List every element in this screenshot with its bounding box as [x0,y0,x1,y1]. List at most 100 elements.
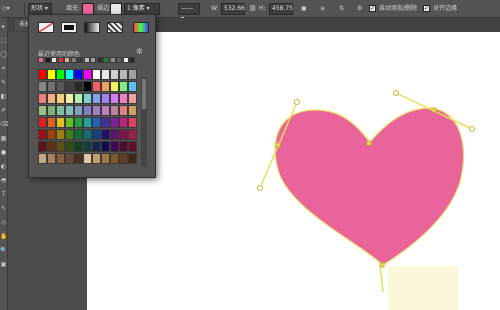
recent-color-swatch[interactable] [38,57,44,63]
color-swatch[interactable] [101,69,110,80]
swatch-scrollbar[interactable] [141,77,147,167]
color-swatch[interactable] [128,153,137,164]
color-swatch[interactable] [47,93,56,104]
color-swatch[interactable] [74,129,83,140]
color-swatch[interactable] [38,153,47,164]
color-swatch[interactable] [74,141,83,152]
color-swatch[interactable] [47,69,56,80]
recent-color-swatch[interactable] [129,57,135,63]
color-swatch[interactable] [110,141,119,152]
auto-add-delete-checkbox[interactable]: ✓ [369,5,376,12]
color-swatch[interactable] [119,153,128,164]
color-swatch[interactable] [128,81,137,92]
tool-quick-select-icon[interactable]: ⌖ [0,64,7,73]
color-swatch[interactable] [128,129,137,140]
tool-type-icon[interactable]: T [0,190,7,199]
recent-color-swatch[interactable] [70,57,77,63]
color-swatch[interactable] [110,81,119,92]
color-swatch[interactable] [38,69,47,80]
color-swatch[interactable] [65,93,74,104]
color-swatch[interactable] [65,129,74,140]
color-swatch[interactable] [56,129,65,140]
color-swatch[interactable] [38,141,47,152]
tool-pen-icon[interactable]: ◓ [0,176,7,185]
scrollbar-thumb[interactable] [142,79,146,109]
color-swatch[interactable] [56,153,65,164]
stroke-type-dropdown[interactable]: —— ▾ [178,3,200,22]
color-swatch[interactable] [38,129,47,140]
color-swatch[interactable] [83,93,92,104]
recent-color-swatch[interactable] [122,57,129,63]
color-swatch[interactable] [38,117,47,128]
tool-path-select-icon[interactable]: ↖ [0,204,7,213]
color-swatch[interactable] [83,141,92,152]
tool-lasso-icon[interactable]: ◯ [0,50,7,59]
recent-color-swatch[interactable] [51,57,57,63]
tool-move-icon[interactable]: ▸ [0,22,7,31]
color-swatch[interactable] [74,81,83,92]
color-swatch[interactable] [92,141,101,152]
color-swatch[interactable] [38,81,47,92]
color-swatch[interactable] [56,81,65,92]
color-swatch[interactable] [56,93,65,104]
color-swatch[interactable] [101,129,110,140]
color-swatch[interactable] [110,69,119,80]
recent-color-swatch[interactable] [116,57,122,63]
color-swatch[interactable] [110,93,119,104]
tool-screen-mode-icon[interactable]: ▣ [0,260,7,269]
tool-shape-icon[interactable]: ◇ [0,218,7,227]
path-operations-icon[interactable]: ▣ [301,3,313,15]
color-swatch[interactable] [119,69,128,80]
path-arrangement-icon[interactable]: ⇅ [339,3,351,15]
color-swatch[interactable] [92,69,101,80]
color-swatch[interactable] [92,129,101,140]
recent-color-swatch[interactable] [77,57,83,63]
recent-color-swatch[interactable] [83,57,90,63]
tool-blur-icon[interactable]: ● [0,148,7,157]
color-swatch[interactable] [119,129,128,140]
recent-color-swatch[interactable] [44,57,51,63]
color-swatch[interactable] [92,117,101,128]
color-swatch[interactable] [83,81,92,92]
color-swatch[interactable] [56,69,65,80]
color-swatch[interactable] [74,69,83,80]
color-swatch[interactable] [83,117,92,128]
color-swatch[interactable] [47,129,56,140]
color-swatch[interactable] [101,81,110,92]
tool-brush-icon[interactable]: ✐ [0,106,7,115]
color-swatch[interactable] [38,93,47,104]
tool-eyedropper-icon[interactable]: ◧ [0,92,7,101]
color-swatch[interactable] [56,117,65,128]
color-swatch[interactable] [74,93,83,104]
tool-preset-icon[interactable]: ◇▾ [2,3,14,15]
color-swatch[interactable] [65,141,74,152]
color-swatch[interactable] [83,129,92,140]
color-swatch[interactable] [74,105,83,116]
color-swatch[interactable] [101,117,110,128]
color-swatch[interactable] [47,81,56,92]
solid-color-button[interactable] [61,22,77,33]
recent-color-swatch[interactable] [90,57,96,63]
color-swatch[interactable] [110,153,119,164]
tool-eraser-icon[interactable]: ⌫ [0,120,8,129]
color-swatch[interactable] [110,105,119,116]
pattern-button[interactable] [107,22,123,33]
color-swatch[interactable] [47,117,56,128]
color-swatch[interactable] [128,69,137,80]
recent-color-swatch[interactable] [96,57,103,63]
tool-marquee-icon[interactable]: ⬚ [0,36,7,45]
color-swatch[interactable] [56,105,65,116]
color-swatch[interactable] [56,141,65,152]
color-swatch[interactable] [119,117,128,128]
tool-gradient-icon[interactable]: ▦ [0,134,7,143]
color-swatch[interactable] [65,153,74,164]
color-swatch[interactable] [119,105,128,116]
color-swatch[interactable] [65,69,74,80]
path-alignment-icon[interactable]: ≡ [320,3,332,15]
color-swatch[interactable] [47,105,56,116]
color-swatch[interactable] [128,105,137,116]
height-field[interactable]: 458.75 [269,3,293,15]
tool-hand-icon[interactable]: ✋ [0,232,7,241]
tool-crop-icon[interactable]: ✎ [0,78,7,87]
gradient-button[interactable] [84,22,100,33]
